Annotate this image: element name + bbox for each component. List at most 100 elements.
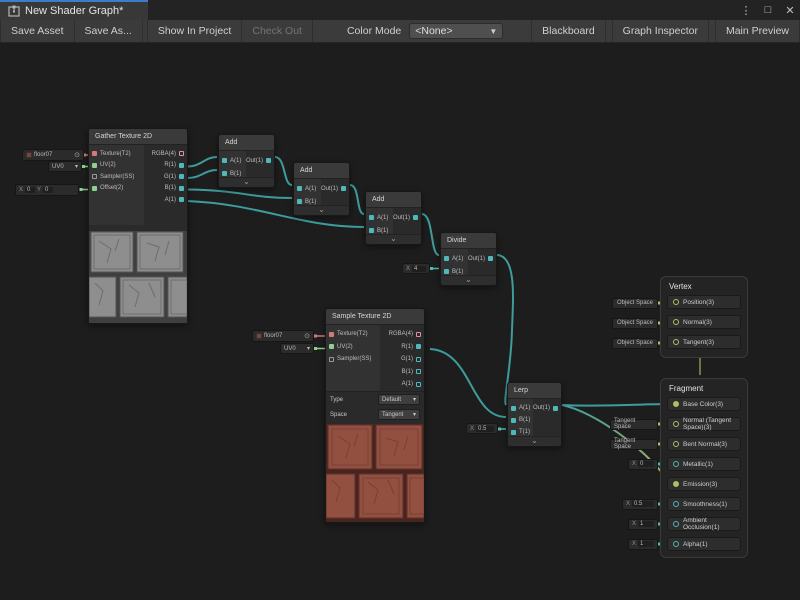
divide-b-field[interactable]: X 4: [402, 263, 430, 274]
port-rgba[interactable]: [416, 332, 421, 337]
port-out[interactable]: [413, 215, 418, 220]
fragment-bent-normal-space-chip[interactable]: Tangent Space: [610, 439, 658, 450]
graph-inspector-button[interactable]: Graph Inspector: [612, 20, 709, 42]
main-preview-button[interactable]: Main Preview: [715, 20, 800, 42]
fragment-row-emission[interactable]: Emission(3): [667, 477, 741, 491]
vertex-normal-space-chip[interactable]: Object Space: [612, 318, 658, 329]
port-texture[interactable]: [92, 151, 97, 156]
port-alpha[interactable]: [673, 541, 679, 547]
vertex-tangent-space-chip[interactable]: Object Space: [612, 338, 658, 349]
port-b[interactable]: [222, 171, 227, 176]
port-tangent[interactable]: [673, 339, 679, 345]
fragment-alpha-field[interactable]: X 1: [628, 539, 658, 550]
fragment-smoothness-field[interactable]: X 0.5: [622, 499, 658, 510]
tab-new-shader-graph[interactable]: New Shader Graph*: [0, 0, 148, 20]
window-menu-icon[interactable]: ⋮: [740, 4, 752, 17]
node-gather-texture-2d[interactable]: Gather Texture 2D Texture(T2) UV(2) Samp…: [88, 128, 188, 324]
port-a[interactable]: [369, 215, 374, 220]
x-value[interactable]: 1: [638, 521, 654, 527]
object-picker-icon[interactable]: ⊙: [304, 332, 310, 340]
port-a[interactable]: [416, 382, 421, 387]
port-bent-normal[interactable]: [673, 441, 679, 447]
fragment-row-bent-normal[interactable]: Bent Normal(3): [667, 437, 741, 451]
port-a[interactable]: [444, 256, 449, 261]
port-rgba[interactable]: [179, 151, 184, 156]
fragment-row-ambient-occlusion[interactable]: Ambient Occlusion(1): [667, 517, 741, 531]
port-out[interactable]: [488, 256, 493, 261]
port-base-color[interactable]: [673, 401, 679, 407]
maximize-icon[interactable]: □: [762, 4, 774, 16]
fragment-ao-field[interactable]: X 1: [628, 519, 658, 530]
port-metallic[interactable]: [673, 461, 679, 467]
save-as-button[interactable]: Save As...: [75, 20, 143, 42]
color-mode-dropdown[interactable]: <None> ▼: [409, 23, 503, 39]
port-b[interactable]: [297, 199, 302, 204]
fragment-row-normal[interactable]: Normal (Tangent Space)(3): [667, 417, 741, 431]
node-add-1[interactable]: Add A(1) B(1) Out(1) ⌄: [218, 134, 275, 188]
port-b[interactable]: [511, 418, 516, 423]
sample-uv-dropdown[interactable]: UV0 ▾: [280, 343, 314, 354]
vertex-row-tangent[interactable]: Tangent(3): [667, 335, 741, 349]
type-dropdown[interactable]: Default ▾: [378, 394, 420, 405]
port-a[interactable]: [179, 197, 184, 202]
show-in-project-button[interactable]: Show In Project: [147, 20, 243, 42]
port-out[interactable]: [266, 158, 271, 163]
lerp-t-field[interactable]: X 0.5: [466, 423, 498, 434]
fragment-metallic-field[interactable]: X 0: [628, 459, 658, 470]
gather-texture-field[interactable]: floor07 ⊙: [22, 149, 84, 161]
vertex-row-normal[interactable]: Normal(3): [667, 315, 741, 329]
port-uv[interactable]: [329, 344, 334, 349]
fragment-row-alpha[interactable]: Alpha(1): [667, 537, 741, 551]
vertex-block[interactable]: Vertex Position(3) Normal(3) Tangent(3): [660, 276, 748, 358]
port-position[interactable]: [673, 299, 679, 305]
port-b[interactable]: [416, 369, 421, 374]
fragment-row-base-color[interactable]: Base Color(3): [667, 397, 741, 411]
gather-offset-field[interactable]: X 0 Y 0: [15, 184, 79, 196]
port-normal-ts[interactable]: [673, 421, 679, 427]
node-divide[interactable]: Divide A(1) B(1) Out(1) ⌄: [440, 232, 497, 286]
port-a[interactable]: [511, 406, 516, 411]
port-t[interactable]: [511, 430, 516, 435]
close-icon[interactable]: ✕: [784, 4, 796, 17]
port-emission[interactable]: [673, 481, 679, 487]
vertex-row-position[interactable]: Position(3): [667, 295, 741, 309]
node-add-2[interactable]: Add A(1) B(1) Out(1) ⌄: [293, 162, 350, 216]
x-value[interactable]: 0: [25, 187, 35, 193]
port-a[interactable]: [222, 158, 227, 163]
port-sampler[interactable]: [329, 357, 334, 362]
save-asset-button[interactable]: Save Asset: [0, 20, 75, 42]
node-sample-texture-2d[interactable]: Sample Texture 2D Texture(T2) UV(2) Samp…: [325, 308, 425, 523]
port-out[interactable]: [341, 186, 346, 191]
port-normal[interactable]: [673, 319, 679, 325]
port-sampler[interactable]: [92, 174, 97, 179]
x-value[interactable]: 4: [412, 266, 426, 272]
vertex-position-space-chip[interactable]: Object Space: [612, 298, 658, 309]
gather-uv-dropdown[interactable]: UV0 ▾: [48, 161, 82, 172]
port-r[interactable]: [416, 344, 421, 349]
node-lerp[interactable]: Lerp A(1) B(1) T(1) Out(1) ⌄: [507, 382, 562, 447]
port-smoothness[interactable]: [673, 501, 679, 507]
object-picker-icon[interactable]: ⊙: [74, 151, 80, 159]
node-add-3[interactable]: Add A(1) B(1) Out(1) ⌄: [365, 191, 422, 245]
fragment-block[interactable]: Fragment Base Color(3) Normal (Tangent S…: [660, 378, 748, 558]
x-value[interactable]: 1: [638, 541, 654, 547]
port-b[interactable]: [369, 228, 374, 233]
port-b[interactable]: [179, 186, 184, 191]
port-r[interactable]: [179, 163, 184, 168]
port-offset[interactable]: [92, 186, 97, 191]
blackboard-button[interactable]: Blackboard: [531, 20, 606, 42]
port-g[interactable]: [179, 174, 184, 179]
sample-texture-field[interactable]: floor07 ⊙: [252, 330, 314, 342]
port-a[interactable]: [297, 186, 302, 191]
y-value[interactable]: 0: [43, 187, 53, 193]
port-g[interactable]: [416, 357, 421, 362]
fragment-normal-space-chip[interactable]: Tangent Space: [610, 419, 658, 430]
x-value[interactable]: 0.5: [632, 501, 654, 507]
port-ambient-occlusion[interactable]: [673, 521, 679, 527]
x-value[interactable]: 0.5: [476, 426, 494, 432]
x-value[interactable]: 0: [638, 461, 654, 467]
port-uv[interactable]: [92, 163, 97, 168]
space-dropdown[interactable]: Tangent ▾: [378, 409, 420, 420]
fragment-row-smoothness[interactable]: Smoothness(1): [667, 497, 741, 511]
port-b[interactable]: [444, 269, 449, 274]
